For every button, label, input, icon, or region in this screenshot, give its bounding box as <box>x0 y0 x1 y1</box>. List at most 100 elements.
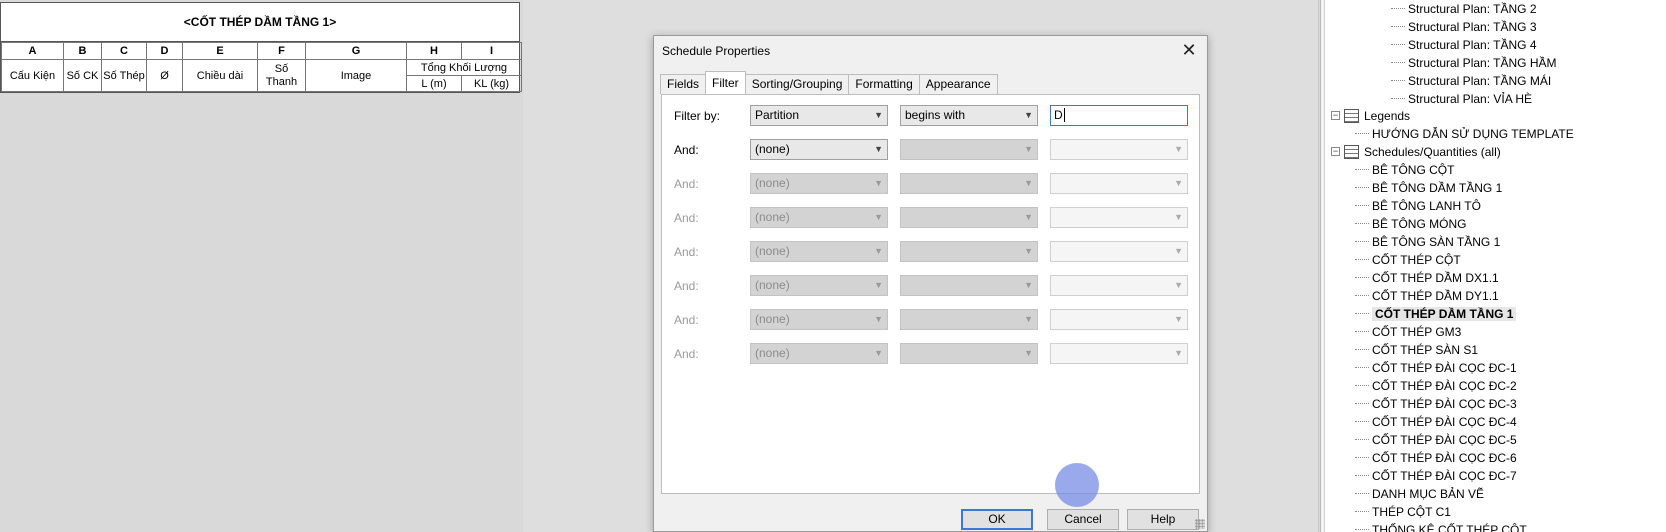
browser-resize-edge[interactable] <box>1321 0 1325 532</box>
chevron-down-icon: ▼ <box>1024 110 1033 120</box>
tree-item-plan[interactable]: Structural Plan: TẦNG 4 <box>1391 36 1537 53</box>
tree-item-schedule[interactable]: THỐNG KÊ CỐT THÉP CỘT <box>1355 521 1527 532</box>
collapse-icon[interactable]: − <box>1331 147 1340 156</box>
filter-field-dropdown[interactable]: (none) ▼ <box>750 139 888 160</box>
filter-condition-dropdown: ▼ <box>900 139 1038 160</box>
tree-item-plan[interactable]: Structural Plan: VỈA HÈ <box>1391 90 1532 107</box>
tree-item-schedule[interactable]: CỐT THÉP ĐÀI CỌC ĐC-3 <box>1355 395 1517 412</box>
tree-item-schedule[interactable]: CỐT THÉP GM3 <box>1355 323 1461 340</box>
column-letter[interactable]: A <box>1 42 64 60</box>
column-letter[interactable]: H <box>406 42 462 60</box>
tree-item-schedule[interactable]: CỐT THÉP ĐÀI CỌC ĐC-1 <box>1355 359 1517 376</box>
tree-item-schedule-label: CỐT THÉP ĐÀI CỌC ĐC-4 <box>1372 414 1517 429</box>
tree-item-plan[interactable]: Structural Plan: TẦNG MÁI <box>1391 72 1551 89</box>
tree-node-legends[interactable]: − Legends <box>1331 107 1410 124</box>
tree-item-schedule[interactable]: BÊ TÔNG CỘT <box>1355 161 1454 178</box>
chevron-down-icon: ▼ <box>874 212 883 222</box>
tree-item-schedule[interactable]: BÊ TÔNG MÓNG <box>1355 215 1466 232</box>
schedule-table: <CỐT THÉP DẦM TẦNG 1> A B C D E F G H I … <box>0 2 522 93</box>
tree-item-schedule[interactable]: CỐT THÉP ĐÀI CỌC ĐC-5 <box>1355 431 1517 448</box>
column-letter[interactable]: D <box>146 42 183 60</box>
tree-item-plan-label: Structural Plan: TẦNG 4 <box>1408 37 1537 52</box>
column-letter[interactable]: E <box>182 42 258 60</box>
chevron-down-icon: ▼ <box>874 144 883 154</box>
tree-item-plan[interactable]: Structural Plan: TẦNG 3 <box>1391 18 1537 35</box>
filter-field-dropdown: (none) ▼ <box>750 173 888 194</box>
tree-item-schedule[interactable]: DANH MỤC BẢN VẼ <box>1355 485 1484 502</box>
tab-sorting-grouping[interactable]: Sorting/Grouping <box>744 74 850 94</box>
collapse-icon[interactable]: − <box>1331 111 1340 120</box>
tree-item-schedule[interactable]: CỐT THÉP DẦM DX1.1 <box>1355 269 1499 286</box>
legend-icon <box>1344 108 1359 123</box>
tree-item-schedule[interactable]: CỐT THÉP ĐÀI CỌC ĐC-7 <box>1355 467 1517 484</box>
column-letter[interactable]: C <box>101 42 147 60</box>
chevron-down-icon: ▼ <box>1024 280 1033 290</box>
column-letter[interactable]: B <box>63 42 102 60</box>
chevron-down-icon: ▼ <box>1174 144 1183 154</box>
column-letter[interactable]: G <box>305 42 407 60</box>
column-letter[interactable]: F <box>257 42 306 60</box>
chevron-down-icon: ▼ <box>1174 280 1183 290</box>
column-header: Cấu Kiện <box>1 59 64 92</box>
tree-item-plan-label: Structural Plan: TẦNG HẦM <box>1408 55 1557 70</box>
tab-filter[interactable]: Filter <box>705 71 746 94</box>
tree-item-schedule-label: CỐT THÉP DẦM DY1.1 <box>1372 288 1499 303</box>
and-label: And: <box>674 143 699 157</box>
tree-item-schedule[interactable]: CỐT THÉP CỘT <box>1355 251 1461 268</box>
resize-grip[interactable] <box>1195 519 1205 529</box>
tree-item-schedule-label: CỐT THÉP ĐÀI CỌC ĐC-5 <box>1372 432 1517 447</box>
tree-item-legend[interactable]: HƯỚNG DẪN SỬ DỤNG TEMPLATE <box>1355 125 1574 142</box>
help-button[interactable]: Help <box>1127 509 1199 530</box>
filter-field-dropdown: (none) ▼ <box>750 207 888 228</box>
tree-item-schedule[interactable]: CỐT THÉP ĐÀI CỌC ĐC-2 <box>1355 377 1517 394</box>
tree-connector <box>1355 367 1369 368</box>
tree-item-schedule-label: CỐT THÉP ĐÀI CỌC ĐC-1 <box>1372 360 1517 375</box>
tab-fields[interactable]: Fields <box>660 74 707 94</box>
ok-button[interactable]: OK <box>961 509 1033 530</box>
tree-item-schedule[interactable]: THÉP CỘT C1 <box>1355 503 1451 520</box>
filter-condition-dropdown: ▼ <box>900 275 1038 296</box>
chevron-down-icon: ▼ <box>874 348 883 358</box>
chevron-down-icon: ▼ <box>1024 246 1033 256</box>
filter-value-input[interactable]: D <box>1050 105 1188 126</box>
tree-item-plan[interactable]: Structural Plan: TẦNG HẦM <box>1391 54 1557 71</box>
cancel-button[interactable]: Cancel <box>1047 509 1119 530</box>
tree-node-legends-label: Legends <box>1364 108 1411 123</box>
tree-connector <box>1355 529 1369 530</box>
filter-field-dropdown: (none) ▼ <box>750 241 888 262</box>
tree-item-schedule[interactable]: CỐT THÉP SÀN S1 <box>1355 341 1478 358</box>
tree-item-schedule[interactable]: CỐT THÉP ĐÀI CỌC ĐC-4 <box>1355 413 1517 430</box>
chevron-down-icon: ▼ <box>1024 212 1033 222</box>
tree-connector <box>1355 439 1369 440</box>
schedule-grid: A B C D E F G H I Cấu Kiện Số CK Số Thép… <box>1 42 522 92</box>
chevron-down-icon: ▼ <box>1174 348 1183 358</box>
tab-formatting[interactable]: Formatting <box>848 74 920 94</box>
tree-item-schedule[interactable]: CỐT THÉP DẦM TẦNG 1 <box>1355 305 1517 322</box>
and-label: And: <box>674 347 699 361</box>
tree-node-schedules[interactable]: − Schedules/Quantities (all) <box>1331 143 1501 160</box>
tree-item-legend-label: HƯỚNG DẪN SỬ DỤNG TEMPLATE <box>1372 126 1574 141</box>
tree-item-schedule-label: CỐT THÉP ĐÀI CỌC ĐC-2 <box>1372 378 1517 393</box>
column-header: Số CK <box>63 59 102 92</box>
tree-item-schedule[interactable]: BÊ TÔNG SÀN TẦNG 1 <box>1355 233 1500 250</box>
close-icon[interactable]: ✕ <box>1179 40 1199 60</box>
tree-item-plan[interactable]: Structural Plan: TẦNG 2 <box>1391 0 1537 17</box>
column-letter[interactable]: I <box>461 42 522 60</box>
chevron-down-icon: ▼ <box>1174 178 1183 188</box>
filter-value-dropdown: ▼ <box>1050 241 1188 262</box>
chevron-down-icon: ▼ <box>1174 212 1183 222</box>
tree-item-schedule[interactable]: BÊ TÔNG LANH TÔ <box>1355 197 1481 214</box>
tree-item-schedule[interactable]: CỐT THÉP ĐÀI CỌC ĐC-6 <box>1355 449 1517 466</box>
tab-appearance[interactable]: Appearance <box>918 74 998 94</box>
field-value: (none) <box>755 142 790 156</box>
filter-field-dropdown[interactable]: Partition ▼ <box>750 105 888 126</box>
tree-item-schedule-label: BÊ TÔNG LANH TÔ <box>1372 198 1481 213</box>
and-label: And: <box>674 313 699 327</box>
filter-condition-dropdown[interactable]: begins with ▼ <box>900 105 1038 126</box>
chevron-down-icon: ▼ <box>1024 348 1033 358</box>
tree-item-schedule[interactable]: BÊ TÔNG DẦM TẦNG 1 <box>1355 179 1502 196</box>
field-value: (none) <box>755 346 790 360</box>
chevron-down-icon: ▼ <box>874 280 883 290</box>
tree-connector <box>1355 475 1369 476</box>
tree-item-schedule[interactable]: CỐT THÉP DẦM DY1.1 <box>1355 287 1499 304</box>
